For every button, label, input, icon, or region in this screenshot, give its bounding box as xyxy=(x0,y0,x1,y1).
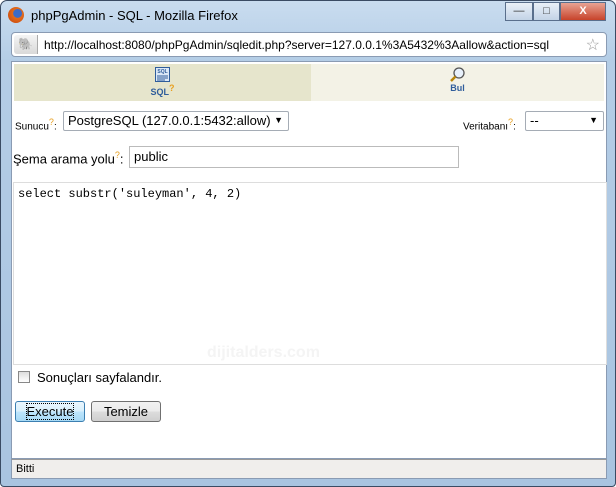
chevron-down-icon: ▼ xyxy=(274,115,283,125)
tab-bul-label: Bul xyxy=(450,83,465,93)
sql-query-textarea[interactable]: select substr('suleyman', 4, 2) xyxy=(13,182,607,365)
database-label: Veritabanı?: xyxy=(463,117,516,133)
help-icon[interactable]: ? xyxy=(169,83,175,93)
address-bar[interactable]: 🐘 http://localhost:8080/phpPgAdmin/sqled… xyxy=(11,32,607,57)
svg-text:SQL: SQL xyxy=(157,69,167,75)
page-content: SQL SQL? Bul Sunucu?: PostgreSQL (127.0.… xyxy=(11,61,607,459)
status-bar: Bitti xyxy=(11,459,607,479)
url-text[interactable]: http://localhost:8080/phpPgAdmin/sqledit… xyxy=(44,38,549,52)
tab-sql[interactable]: SQL SQL? xyxy=(14,64,311,101)
window-title: phpPgAdmin - SQL - Mozilla Firefox xyxy=(31,8,238,23)
minimize-button[interactable]: — xyxy=(505,2,533,21)
tab-sql-label: SQL xyxy=(150,87,169,97)
bookmark-star-icon[interactable]: ☆ xyxy=(586,35,600,55)
execute-button[interactable]: Execute xyxy=(15,401,85,422)
database-select-value: -- xyxy=(530,113,539,128)
server-select-value: PostgreSQL (127.0.0.1:5432:allow) xyxy=(68,113,271,128)
schema-search-path-input[interactable]: public xyxy=(129,146,459,168)
maximize-button[interactable]: □ xyxy=(533,2,560,21)
server-label: Sunucu?: xyxy=(15,117,57,133)
magnifier-icon xyxy=(450,67,465,82)
browser-window: phpPgAdmin - SQL - Mozilla Firefox — □ X… xyxy=(0,0,616,487)
paginate-results-checkbox[interactable] xyxy=(18,371,30,383)
firefox-icon xyxy=(8,7,24,23)
chevron-down-icon: ▼ xyxy=(589,115,598,125)
watermark: dijitalders.com xyxy=(207,344,320,361)
tab-bul[interactable]: Bul xyxy=(311,64,604,101)
schema-label: Şema arama yolu?: xyxy=(13,150,124,167)
clear-button[interactable]: Temizle xyxy=(91,401,161,422)
sql-icon: SQL xyxy=(155,67,170,82)
database-select[interactable]: -- ▼ xyxy=(525,111,604,131)
site-identity-icon[interactable]: 🐘 xyxy=(14,35,38,54)
paginate-results-label: Sonuçları sayfalandır. xyxy=(37,370,163,385)
server-select[interactable]: PostgreSQL (127.0.0.1:5432:allow) ▼ xyxy=(63,111,289,131)
close-button[interactable]: X xyxy=(560,2,606,21)
